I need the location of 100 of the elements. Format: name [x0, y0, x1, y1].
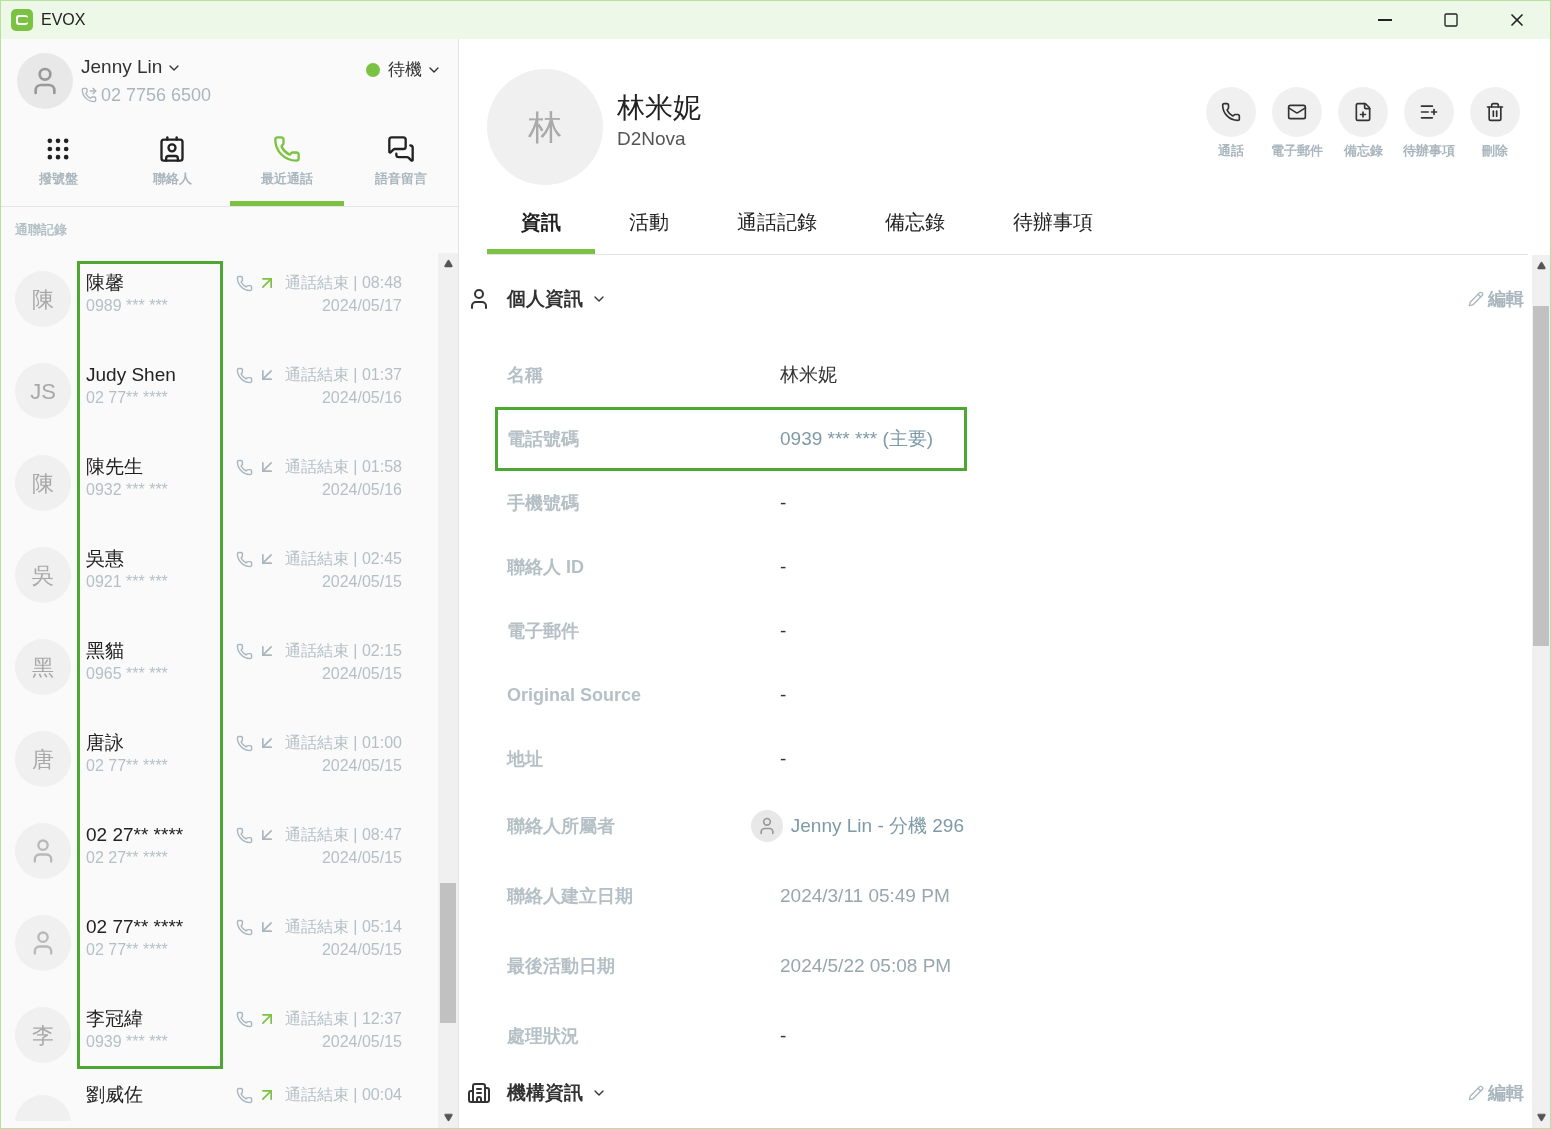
phone-number: 0921 *** ***: [86, 572, 169, 592]
section-heading: 通聯記錄: [15, 221, 67, 240]
mail-icon: [1287, 102, 1307, 122]
field-value[interactable]: 0939 *** *** (主要): [780, 424, 934, 454]
field-value: Jenny Lin - 分機 296: [790, 813, 964, 838]
user-menu[interactable]: Jenny Lin: [81, 53, 212, 82]
nav-tab[interactable]: 最近通話: [229, 123, 344, 206]
field-label: Original Source: [506, 683, 643, 707]
avatar: 黑: [15, 639, 71, 695]
window-title: EVOX: [41, 10, 86, 30]
edit-link[interactable]: 編輯: [1468, 285, 1524, 313]
field-label: 聯絡人所屬者: [505, 814, 616, 838]
field-label: 聯絡人 ID: [505, 555, 585, 579]
nav-tab[interactable]: 語音留言: [343, 123, 458, 206]
field-label: 手機號碼: [506, 491, 580, 515]
phone-icon: [1221, 102, 1241, 122]
scroll-up-icon[interactable]: [1536, 261, 1546, 270]
pencil-icon: [1468, 291, 1484, 307]
call-status: 通話結束 | 01:00: [284, 733, 402, 753]
scrollbar[interactable]: [438, 253, 458, 1128]
call-status: 通話結束 | 12:37: [284, 1009, 402, 1029]
phone-icon: [272, 135, 301, 164]
scrollbar[interactable]: [1532, 255, 1550, 1128]
phone-number: 0965 *** ***: [86, 664, 169, 684]
company-name: D2Nova: [617, 127, 687, 151]
detail-tab[interactable]: 待辦事項: [979, 195, 1127, 254]
status-dropdown[interactable]: 待機: [388, 57, 442, 83]
phone-number: 0939 *** ***: [86, 1032, 169, 1052]
contact-name: 黑貓: [86, 639, 125, 663]
section-toggle[interactable]: 機構資訊: [507, 1078, 607, 1108]
scroll-thumb[interactable]: [440, 883, 456, 1023]
maximize-icon: [1443, 12, 1459, 28]
avatar: 吳: [15, 547, 71, 603]
call-status: 通話結束 | 01:58: [284, 457, 402, 477]
scroll-down-icon[interactable]: [443, 1113, 453, 1122]
phone-number: 02 27** ****: [86, 848, 169, 868]
note-add-icon: [1353, 102, 1373, 122]
call-date: 2024/05/15: [321, 1032, 402, 1052]
phone-number: 0932 *** ***: [86, 480, 169, 500]
contact-name: 劉威佐: [86, 1083, 144, 1107]
detail-tab[interactable]: 備忘錄: [851, 195, 979, 254]
field-value: 2024/5/22 05:08 PM: [780, 953, 952, 978]
field-label: 最後活動日期: [506, 954, 616, 978]
contact-name: 李冠緯: [86, 1007, 144, 1031]
section-toggle[interactable]: 個人資訊: [507, 284, 607, 314]
contact-avatar: 林: [487, 69, 603, 185]
call-status: 通話結束 | 08:48: [284, 273, 402, 293]
contact-name: 02 77** ****: [86, 915, 185, 939]
phone-number: 02 77** ****: [86, 940, 169, 960]
field-value: 2024/3/11 05:49 PM: [780, 883, 950, 908]
minimize-icon: [1378, 19, 1392, 21]
edit-link[interactable]: 編輯: [1468, 1079, 1524, 1107]
user-avatar[interactable]: [17, 53, 73, 109]
nav-tab[interactable]: 聯絡人: [115, 123, 230, 206]
contact-name: 唐詠: [86, 731, 125, 755]
phone-icon: [235, 734, 253, 752]
field-value: -: [780, 618, 787, 643]
avatar: JS: [15, 363, 71, 419]
call-status: 通話結束 | 02:15: [284, 641, 402, 661]
call-status: 通話結束 | 00:04: [284, 1085, 402, 1105]
scroll-up-icon[interactable]: [443, 259, 453, 268]
field-label: 處理狀況: [506, 1024, 580, 1048]
trash-icon: [1485, 102, 1505, 122]
contact-name: Judy Shen: [86, 363, 177, 387]
call-date: 2024/05/17: [321, 296, 402, 316]
contact-name: 陳馨: [86, 271, 125, 295]
phone-icon: [235, 1086, 253, 1104]
nav-tab[interactable]: 撥號盤: [1, 123, 116, 206]
detail-tab[interactable]: 通話記錄: [703, 195, 851, 254]
call-date: 2024/05/16: [321, 480, 402, 500]
field-label: 名稱: [506, 363, 544, 387]
field-value: -: [780, 554, 787, 579]
call-date: 2024/05/15: [321, 848, 402, 868]
call-status: 通話結束 | 05:14: [284, 917, 402, 937]
call-date: 2024/05/15: [321, 756, 402, 776]
field-value: -: [780, 1023, 787, 1048]
avatar: 李: [15, 1007, 71, 1063]
phone-icon: [235, 642, 253, 660]
phone-icon: [235, 458, 253, 476]
scroll-down-icon[interactable]: [1536, 1113, 1546, 1122]
contact-card-icon: [158, 135, 187, 164]
contact-name: 林米妮: [617, 91, 701, 125]
detail-tab[interactable]: 活動: [595, 195, 703, 254]
user-phone: 02 7756 6500: [101, 83, 212, 107]
list-add-icon: [1419, 102, 1439, 122]
phone-number: 02 77** ****: [86, 756, 169, 776]
call-status: 通話結束 | 01:37: [284, 365, 402, 385]
scroll-thumb[interactable]: [1533, 306, 1549, 646]
phone-icon: [235, 274, 253, 292]
contact-name: 02 27** ****: [86, 823, 185, 847]
avatar: 唐: [15, 731, 71, 787]
pencil-icon: [1468, 1085, 1484, 1101]
phone-icon: [235, 826, 253, 844]
field-value: -: [780, 682, 787, 707]
field-value: -: [780, 490, 787, 515]
phone-icon: [235, 918, 253, 936]
building-icon: [467, 1081, 491, 1105]
phone-icon: [235, 550, 253, 568]
avatar: 陳: [15, 271, 71, 327]
detail-tab[interactable]: 資訊: [487, 195, 595, 254]
